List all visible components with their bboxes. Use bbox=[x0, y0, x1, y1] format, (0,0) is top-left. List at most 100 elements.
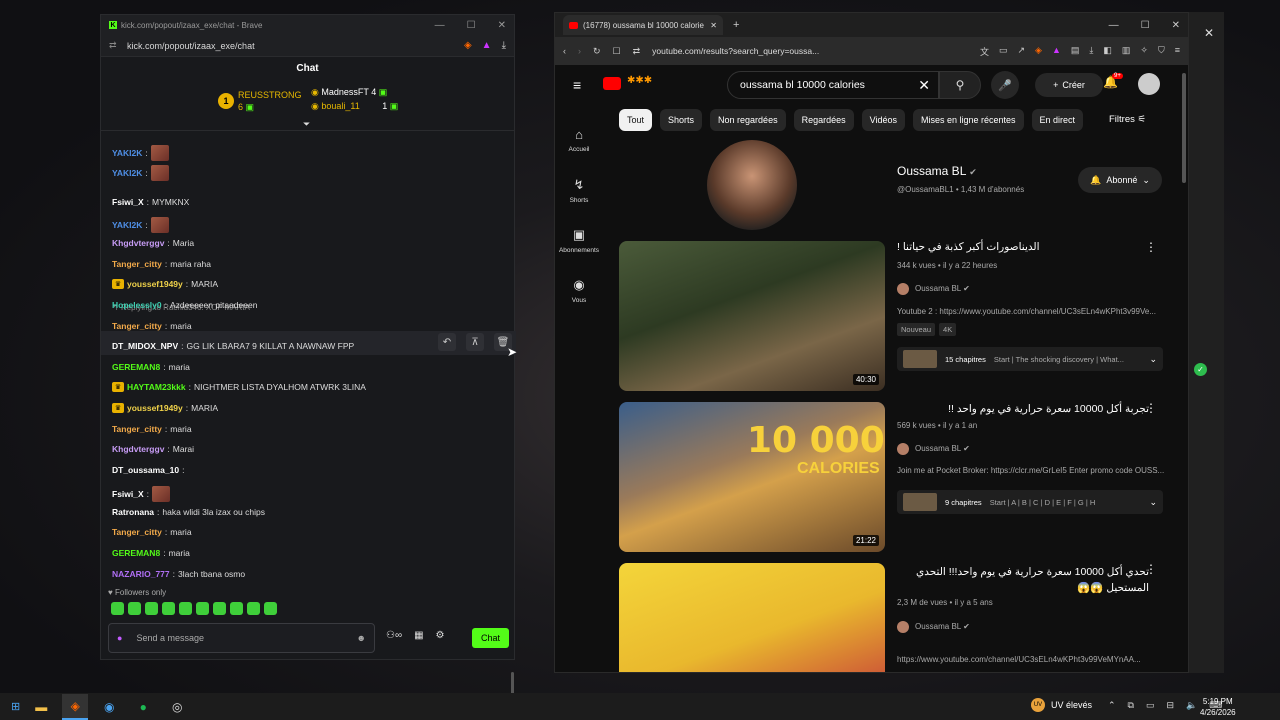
bookmark-icon[interactable]: ☐ bbox=[613, 46, 621, 57]
filter-chip[interactable]: Regardées bbox=[793, 109, 854, 131]
channel-avatar[interactable] bbox=[707, 140, 797, 230]
chat-username[interactable]: Fsiwi_X bbox=[112, 489, 144, 499]
video-channel[interactable]: Oussama BL ✔ bbox=[897, 283, 970, 295]
guide-item[interactable]: ▣ Abonnements bbox=[555, 215, 603, 265]
brave-rewards-icon[interactable]: ▲ bbox=[1052, 45, 1061, 58]
chat-message[interactable]: ♛ youssef1949y: MARIA bbox=[112, 403, 218, 413]
chat-message[interactable]: Tanger_citty: maria bbox=[112, 424, 192, 434]
video-thumbnail[interactable] bbox=[619, 563, 885, 672]
chat-message[interactable]: Fsiwi_X: MYMKNX bbox=[112, 197, 189, 207]
account-avatar[interactable] bbox=[1138, 73, 1160, 95]
brave-shield-icon[interactable]: ◈ bbox=[1035, 45, 1042, 58]
minimize-icon[interactable]: — bbox=[1109, 20, 1119, 31]
emote-icon[interactable] bbox=[264, 602, 277, 615]
translate-icon[interactable]: 文 bbox=[980, 45, 989, 58]
chapters-row[interactable]: 9 chapitres Start | A | B | C | D | E | F… bbox=[897, 490, 1163, 514]
emote-icon[interactable] bbox=[196, 602, 209, 615]
chat-message[interactable]: Tanger_citty: maria bbox=[112, 527, 192, 537]
video-title[interactable]: تحدي أكل 10000 سعرة حرارية في يوم واحد!!… bbox=[897, 564, 1149, 596]
video-channel[interactable]: Oussama BL ✔ bbox=[897, 443, 970, 455]
youtube-url[interactable]: youtube.com/results?search_query=oussa..… bbox=[652, 46, 819, 56]
pin-icon[interactable]: ⊼ bbox=[466, 333, 484, 351]
chat-username[interactable]: HAYTAM23kkk bbox=[127, 382, 186, 392]
guide-item[interactable]: ⌂ Accueil bbox=[555, 115, 603, 165]
brave-rewards-icon[interactable]: ▲ bbox=[482, 40, 492, 51]
youtube-logo-icon[interactable] bbox=[603, 77, 621, 90]
wallet-icon[interactable]: ▤ bbox=[1071, 45, 1080, 58]
network-icon[interactable]: ⊟ bbox=[1167, 700, 1175, 711]
chat-username[interactable]: Tanger_citty bbox=[112, 527, 162, 537]
sidebar-icon[interactable]: ◧ bbox=[1103, 45, 1112, 58]
mic-icon[interactable]: ● bbox=[117, 633, 122, 643]
tab-close-icon[interactable]: ✕ bbox=[710, 21, 717, 30]
doodle-icon[interactable]: ✱✱✱ bbox=[627, 75, 652, 86]
battery-icon[interactable]: ▭ bbox=[1146, 700, 1155, 711]
chat-username[interactable]: YAKI2K bbox=[112, 168, 142, 178]
emote-icon[interactable] bbox=[128, 602, 141, 615]
guide-menu-icon[interactable]: ≡ bbox=[573, 77, 581, 93]
site-info-icon[interactable]: ⇄ bbox=[109, 40, 119, 51]
close-icon[interactable]: ✕ bbox=[1204, 26, 1214, 40]
page-scrollbar[interactable] bbox=[1182, 73, 1186, 183]
close-icon[interactable]: ✕ bbox=[1172, 20, 1180, 31]
video-title[interactable]: تجربة أكل 10000 سعرة حرارية في يوم واحد … bbox=[897, 403, 1149, 415]
reply-icon[interactable]: ↶ bbox=[438, 333, 456, 351]
reload-icon[interactable]: ↻ bbox=[593, 46, 601, 57]
chat-username[interactable]: NAZARIO_777 bbox=[112, 569, 170, 579]
chat-username[interactable]: youssef1949y bbox=[127, 279, 183, 289]
chat-username[interactable]: Tanger_citty bbox=[112, 259, 162, 269]
extension-icon[interactable]: ▥ bbox=[1122, 45, 1131, 58]
chat-username[interactable]: Khgdvterggv bbox=[112, 444, 164, 454]
collapse-icon[interactable]: ⏷ bbox=[303, 119, 310, 130]
emote-icon[interactable] bbox=[111, 602, 124, 615]
chat-username[interactable]: Tanger_citty bbox=[112, 321, 162, 331]
weather-widget[interactable]: UV UV élevés bbox=[1031, 698, 1092, 712]
chat-username[interactable]: YAKI2K bbox=[112, 220, 142, 230]
chat-message[interactable]: Khgdvterggv: Maria bbox=[112, 238, 194, 248]
chat-username[interactable]: Fsiwi_X bbox=[112, 197, 144, 207]
emote-icon[interactable] bbox=[162, 602, 175, 615]
filter-chip[interactable]: Vidéos bbox=[861, 109, 905, 131]
browser-tab[interactable]: (16778) oussama bl 10000 calorie ✕ bbox=[563, 15, 723, 35]
forward-icon[interactable]: › bbox=[578, 46, 581, 56]
chat-message[interactable]: Tanger_citty: maria bbox=[112, 321, 192, 331]
chat-message[interactable]: Hopelessly0: Azdeeeeen pitaadeeen bbox=[112, 300, 257, 310]
channel-name[interactable]: Oussama BL ✔ bbox=[897, 164, 977, 178]
filter-chip[interactable]: Tout bbox=[619, 109, 653, 131]
guide-item[interactable]: ↯ Shorts bbox=[555, 165, 603, 215]
subscribed-button[interactable]: 🔔 Abonné ⌄ bbox=[1078, 167, 1162, 193]
filter-chip[interactable]: En direct bbox=[1031, 109, 1084, 131]
share-icon[interactable]: ↗ bbox=[1018, 45, 1026, 58]
chat-username[interactable]: Ratronana bbox=[112, 507, 154, 517]
windows-start-icon[interactable]: ⊞ bbox=[11, 700, 20, 713]
chat-username[interactable]: Hopelessly0 bbox=[112, 300, 162, 310]
tray-app-icon[interactable]: ⧉ bbox=[1128, 700, 1134, 711]
chat-message[interactable]: Khgdvterggv: Marai bbox=[112, 444, 194, 454]
chat-username[interactable]: Khgdvterggv bbox=[112, 238, 164, 248]
search-icon[interactable]: ⚲ bbox=[939, 71, 981, 99]
points-icon[interactable]: ⚇∞ bbox=[386, 630, 402, 641]
chat-message[interactable]: YAKI2K: bbox=[112, 165, 172, 181]
gift-icon[interactable]: ▦ bbox=[414, 630, 423, 641]
chat-message[interactable]: Fsiwi_X: bbox=[112, 486, 173, 502]
brave-shield-icon[interactable]: ◈ bbox=[464, 40, 472, 51]
send-chat-button[interactable]: Chat bbox=[472, 628, 509, 648]
chat-username[interactable]: GEREMAN8 bbox=[112, 362, 160, 372]
chat-username[interactable]: GEREMAN8 bbox=[112, 548, 160, 558]
menu-icon[interactable]: ≡ bbox=[1175, 45, 1180, 58]
minimize-icon[interactable]: — bbox=[435, 20, 445, 31]
maximize-icon[interactable]: ☐ bbox=[1141, 20, 1150, 31]
more-actions-icon[interactable]: ⋮ bbox=[1145, 562, 1157, 576]
chat-message[interactable]: ♛ HAYTAM23kkk: NIGHTMER LISTA DYALHOM ATWR… bbox=[112, 382, 366, 392]
video-title[interactable]: الديناصورات أكبر كذبة في حياتنا ! bbox=[897, 241, 1149, 253]
kick-url[interactable]: kick.com/popout/izaax_exe/chat bbox=[127, 41, 255, 51]
chat-input[interactable]: ● Send a message ☻ bbox=[108, 623, 375, 653]
video-channel[interactable]: Oussama BL ✔ bbox=[897, 621, 970, 633]
chat-message[interactable]: NAZARIO_777:3lach tbana osmo bbox=[112, 569, 245, 579]
filters-button[interactable]: Filtres ⚟ bbox=[1109, 114, 1146, 125]
chat-username[interactable]: DT_oussama_10 bbox=[112, 465, 179, 475]
voice-search-icon[interactable]: 🎤 bbox=[991, 71, 1019, 99]
back-icon[interactable]: ‹ bbox=[563, 46, 566, 56]
chat-message[interactable]: DT_MIDOX_NPV: GG LIK LBARA7 9 KILLAT A NA… bbox=[112, 341, 354, 351]
tray-chevron-icon[interactable]: ⌃ bbox=[1108, 700, 1116, 711]
